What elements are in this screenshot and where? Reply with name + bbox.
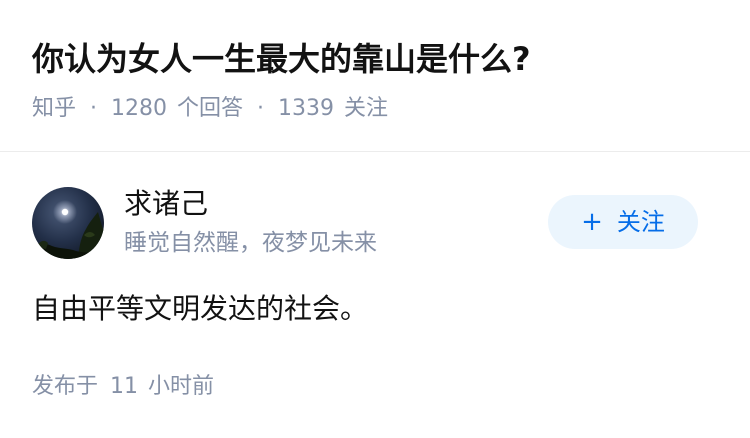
author-bio: 睡觉自然醒，夜梦见未来 [124, 230, 377, 256]
question-title[interactable]: 你认为女人一生最大的靠山是什么? [32, 36, 531, 82]
answer-content[interactable]: 自由平等文明发达的社会。 [32, 288, 368, 330]
question-header: 你认为女人一生最大的靠山是什么? 知乎 · 1280 个回答 · 1339 关注 [0, 0, 750, 152]
meta-separator: · [90, 96, 98, 121]
moon-night-icon [32, 187, 104, 259]
follow-button-label: 关注 [616, 208, 665, 236]
follow-button[interactable]: + 关注 [548, 195, 698, 249]
source-label[interactable]: 知乎 [32, 93, 76, 125]
answer-publish-time: 发布于 11 小时前 [32, 371, 214, 403]
publish-amount: 11 [110, 374, 139, 399]
answer-author-row: 求诸己 睡觉自然醒，夜梦见未来 + 关注 [0, 185, 750, 261]
meta-separator: · [257, 96, 265, 121]
author-name[interactable]: 求诸己 [124, 185, 208, 223]
follower-count: 1339 [278, 96, 335, 121]
avatar[interactable] [32, 187, 104, 259]
answer-count-label: 个回答 [177, 96, 244, 121]
plus-icon: + [581, 207, 603, 237]
follower-count-label: 关注 [344, 96, 389, 121]
answer-count: 1280 [111, 96, 168, 121]
publish-unit: 小时前 [148, 374, 215, 399]
question-meta: 知乎 · 1280 个回答 · 1339 关注 [32, 93, 388, 125]
publish-prefix: 发布于 [32, 374, 99, 399]
